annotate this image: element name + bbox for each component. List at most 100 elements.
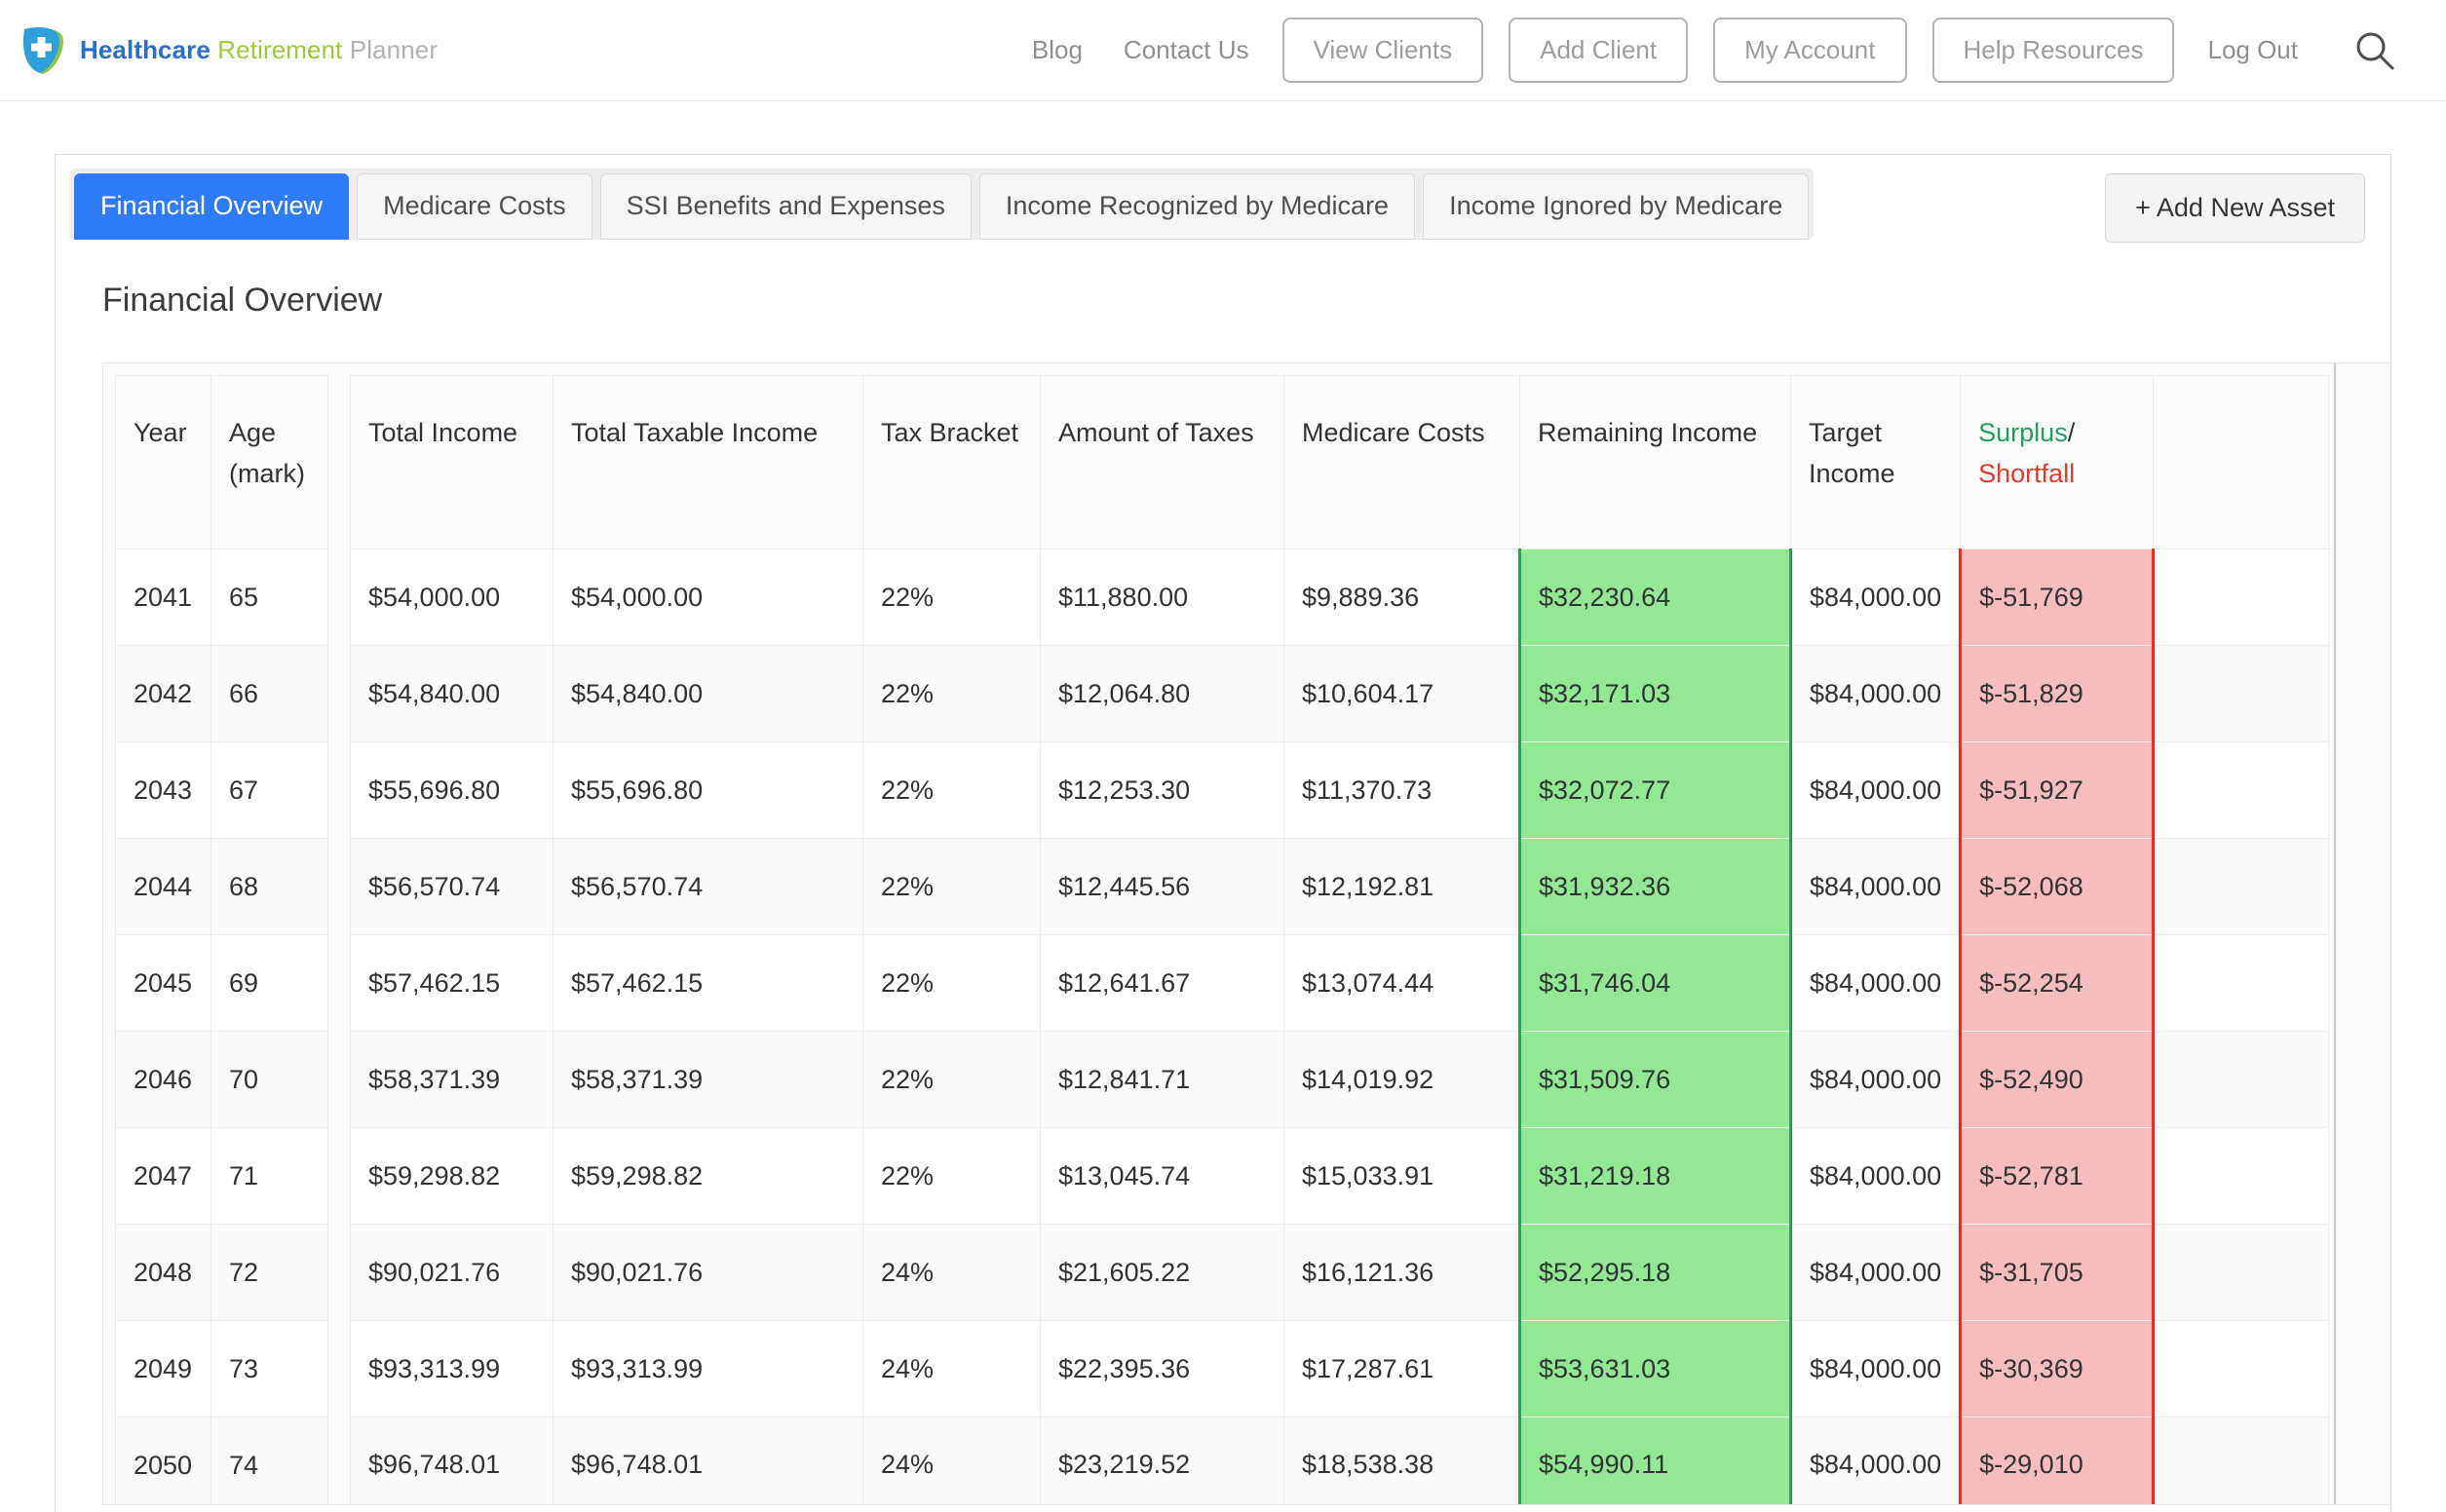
frozen-header-row: Year Age (mark) [116, 376, 328, 549]
tabstrip-row: Financial Overview Medicare Costs SSI Be… [56, 155, 2390, 243]
financial-overview-table: Total Income Total Taxable Income Tax Br… [350, 375, 2329, 1504]
cell-tax-bracket: 24% [863, 1321, 1041, 1418]
table-row[interactable]: $58,371.39$58,371.3922%$12,841.71$14,019… [351, 1032, 2329, 1128]
table-row[interactable]: 204468 [116, 839, 328, 935]
table-row[interactable]: $90,021.76$90,021.7624%$21,605.22$16,121… [351, 1225, 2329, 1321]
cell-remaining-income: $52,295.18 [1520, 1225, 1791, 1321]
cell-total-taxable-income: $58,371.39 [554, 1032, 863, 1128]
cell-total-taxable-income: $93,313.99 [554, 1321, 863, 1418]
cell-note [2154, 549, 2329, 646]
brand-part-3: Planner [350, 35, 438, 64]
cell-note [2154, 1128, 2329, 1225]
cell-amount-of-taxes: $22,395.36 [1041, 1321, 1284, 1418]
table-row[interactable]: 204670 [116, 1032, 328, 1128]
cell-target-income: $84,000.00 [1791, 1032, 1961, 1128]
table-row[interactable]: $56,570.74$56,570.7422%$12,445.56$12,192… [351, 839, 2329, 935]
nav-link-blog[interactable]: Blog [1024, 29, 1090, 71]
column-header-target-income-line2: Income [1809, 454, 1942, 495]
tab-ssi-benefits-and-expenses[interactable]: SSI Benefits and Expenses [600, 173, 972, 240]
cell-year: 2049 [116, 1321, 211, 1418]
cell-year: 2043 [116, 742, 211, 839]
cell-remaining-income: $31,219.18 [1520, 1128, 1791, 1225]
table-row[interactable]: 204165 [116, 549, 328, 646]
cell-year: 2047 [116, 1128, 211, 1225]
table-row[interactable]: $59,298.82$59,298.8222%$13,045.74$15,033… [351, 1128, 2329, 1225]
table-row[interactable]: 204569 [116, 935, 328, 1032]
column-header-medicare-costs: Medicare Costs [1284, 376, 1520, 549]
table-row[interactable]: $57,462.15$57,462.1522%$12,641.67$13,074… [351, 935, 2329, 1032]
page-title: Financial Overview [56, 243, 2390, 320]
cell-total-income: $57,462.15 [351, 935, 554, 1032]
search-icon[interactable] [2352, 28, 2397, 73]
cell-year: 2046 [116, 1032, 211, 1128]
cell-year: 2041 [116, 549, 211, 646]
cell-medicare-costs: $9,889.36 [1284, 549, 1520, 646]
tab-medicare-costs[interactable]: Medicare Costs [357, 173, 592, 240]
cell-total-taxable-income: $54,000.00 [554, 549, 863, 646]
column-header-age-line2: (mark) [229, 454, 310, 495]
table-row[interactable]: $54,000.00$54,000.0022%$11,880.00$9,889.… [351, 549, 2329, 646]
nav-link-log-out[interactable]: Log Out [2199, 29, 2306, 71]
table-row[interactable]: 204367 [116, 742, 328, 839]
nav-button-help-resources[interactable]: Help Resources [1932, 18, 2175, 83]
tab-income-recognized-by-medicare[interactable]: Income Recognized by Medicare [979, 173, 1415, 240]
table-row[interactable]: 204872 [116, 1225, 328, 1321]
cell-total-taxable-income: $90,021.76 [554, 1225, 863, 1321]
add-new-asset-button[interactable]: + Add New Asset [2105, 173, 2365, 243]
tab-income-ignored-by-medicare[interactable]: Income Ignored by Medicare [1423, 173, 1809, 240]
cell-target-income: $84,000.00 [1791, 1128, 1961, 1225]
cell-age: 69 [211, 935, 328, 1032]
cell-surplus-shortfall: $-51,927 [1961, 742, 2154, 839]
brand-logo-group[interactable]: Healthcare Retirement Planner [21, 26, 438, 75]
table-row[interactable]: $96,748.01$96,748.0124%$23,219.52$18,538… [351, 1418, 2329, 1505]
cell-total-income: $59,298.82 [351, 1128, 554, 1225]
cell-surplus-shortfall: $-30,369 [1961, 1321, 2154, 1418]
cell-tax-bracket: 22% [863, 549, 1041, 646]
cell-total-income: $54,840.00 [351, 646, 554, 742]
table-header-row: Total Income Total Taxable Income Tax Br… [351, 376, 2329, 549]
cell-surplus-shortfall: $-31,705 [1961, 1225, 2154, 1321]
tab-financial-overview[interactable]: Financial Overview [74, 173, 349, 240]
cell-medicare-costs: $13,074.44 [1284, 935, 1520, 1032]
cell-note [2154, 1225, 2329, 1321]
cell-medicare-costs: $10,604.17 [1284, 646, 1520, 742]
brand-part-1: Healthcare [80, 35, 210, 64]
nav-button-view-clients[interactable]: View Clients [1282, 18, 1484, 83]
cell-total-income: $56,570.74 [351, 839, 554, 935]
column-header-amount-of-taxes: Amount of Taxes [1041, 376, 1284, 549]
cell-target-income: $84,000.00 [1791, 549, 1961, 646]
cell-medicare-costs: $17,287.61 [1284, 1321, 1520, 1418]
shield-cross-logo-icon [21, 26, 66, 75]
column-header-target-income: Target Income [1791, 376, 1961, 549]
column-header-surplus-shortfall: Surplus/ Shortfall [1961, 376, 2154, 549]
cell-total-taxable-income: $54,840.00 [554, 646, 863, 742]
nav-button-add-client[interactable]: Add Client [1509, 18, 1688, 83]
cell-age: 66 [211, 646, 328, 742]
nav-button-my-account[interactable]: My Account [1713, 18, 1906, 83]
table-row[interactable]: $55,696.80$55,696.8022%$12,253.30$11,370… [351, 742, 2329, 839]
table-row[interactable]: 204771 [116, 1128, 328, 1225]
column-header-tax-bracket: Tax Bracket [863, 376, 1041, 549]
cell-tax-bracket: 22% [863, 839, 1041, 935]
cell-year: 2050 [116, 1418, 211, 1506]
cell-age: 65 [211, 549, 328, 646]
table-row[interactable]: $54,840.00$54,840.0022%$12,064.80$10,604… [351, 646, 2329, 742]
table-row[interactable]: 204973 [116, 1321, 328, 1418]
cell-tax-bracket: 22% [863, 742, 1041, 839]
page-body: Financial Overview Medicare Costs SSI Be… [0, 101, 2446, 1512]
cell-medicare-costs: $11,370.73 [1284, 742, 1520, 839]
column-header-remaining-income: Remaining Income [1520, 376, 1791, 549]
cell-total-taxable-income: $55,696.80 [554, 742, 863, 839]
cell-tax-bracket: 22% [863, 646, 1041, 742]
cell-year: 2042 [116, 646, 211, 742]
table-row[interactable]: $93,313.99$93,313.9924%$22,395.36$17,287… [351, 1321, 2329, 1418]
column-header-total-taxable-income: Total Taxable Income [554, 376, 863, 549]
scrollable-columns-pane[interactable]: Total Income Total Taxable Income Tax Br… [350, 363, 2390, 1504]
column-header-age: Age (mark) [211, 376, 328, 549]
cell-amount-of-taxes: $23,219.52 [1041, 1418, 1284, 1505]
nav-link-contact-us[interactable]: Contact Us [1116, 29, 1257, 71]
cell-surplus-shortfall: $-51,769 [1961, 549, 2154, 646]
table-row[interactable]: 204266 [116, 646, 328, 742]
frozen-table: Year Age (mark) 204165204266204367204468… [115, 375, 328, 1505]
table-row[interactable]: 205074 [116, 1418, 328, 1506]
